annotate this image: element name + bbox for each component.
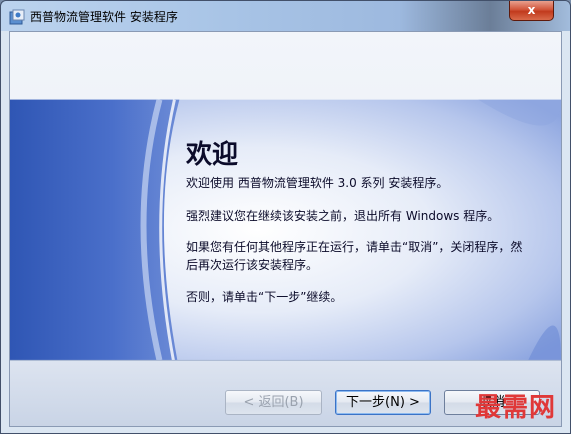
close-button[interactable]: x bbox=[509, 1, 554, 21]
welcome-background-art bbox=[10, 32, 561, 426]
welcome-heading: 欢迎 bbox=[186, 140, 239, 170]
installer-window: 西普物流管理软件 安装程序 x 欢迎 欢迎使用 西普物流管理软件 3.0 系列 … bbox=[0, 0, 571, 434]
title-bar[interactable]: 西普物流管理软件 安装程序 x bbox=[1, 1, 570, 31]
back-button[interactable]: < 返回(B) bbox=[225, 390, 322, 415]
welcome-intro-text: 欢迎使用 西普物流管理软件 3.0 系列 安装程序。 bbox=[186, 176, 449, 190]
next-instruction-text: 否则，请单击“下一步”继续。 bbox=[186, 290, 343, 304]
close-programs-advice-text: 强烈建议您在继续该安装之前，退出所有 Windows 程序。 bbox=[186, 209, 500, 223]
window-title: 西普物流管理软件 安装程序 bbox=[30, 10, 178, 24]
installer-app-icon bbox=[9, 9, 25, 25]
close-icon: x bbox=[527, 3, 536, 17]
site-watermark: 最需网 bbox=[475, 393, 557, 423]
installer-client-area: 欢迎 欢迎使用 西普物流管理软件 3.0 系列 安装程序。 强烈建议您在继续该安… bbox=[9, 31, 562, 427]
cancel-instruction-text: 如果您有任何其他程序正在运行，请单击“取消”，关闭程序，然后再次运行该安装程序。 bbox=[186, 240, 523, 272]
next-button[interactable]: 下一步(N) > bbox=[335, 390, 431, 415]
